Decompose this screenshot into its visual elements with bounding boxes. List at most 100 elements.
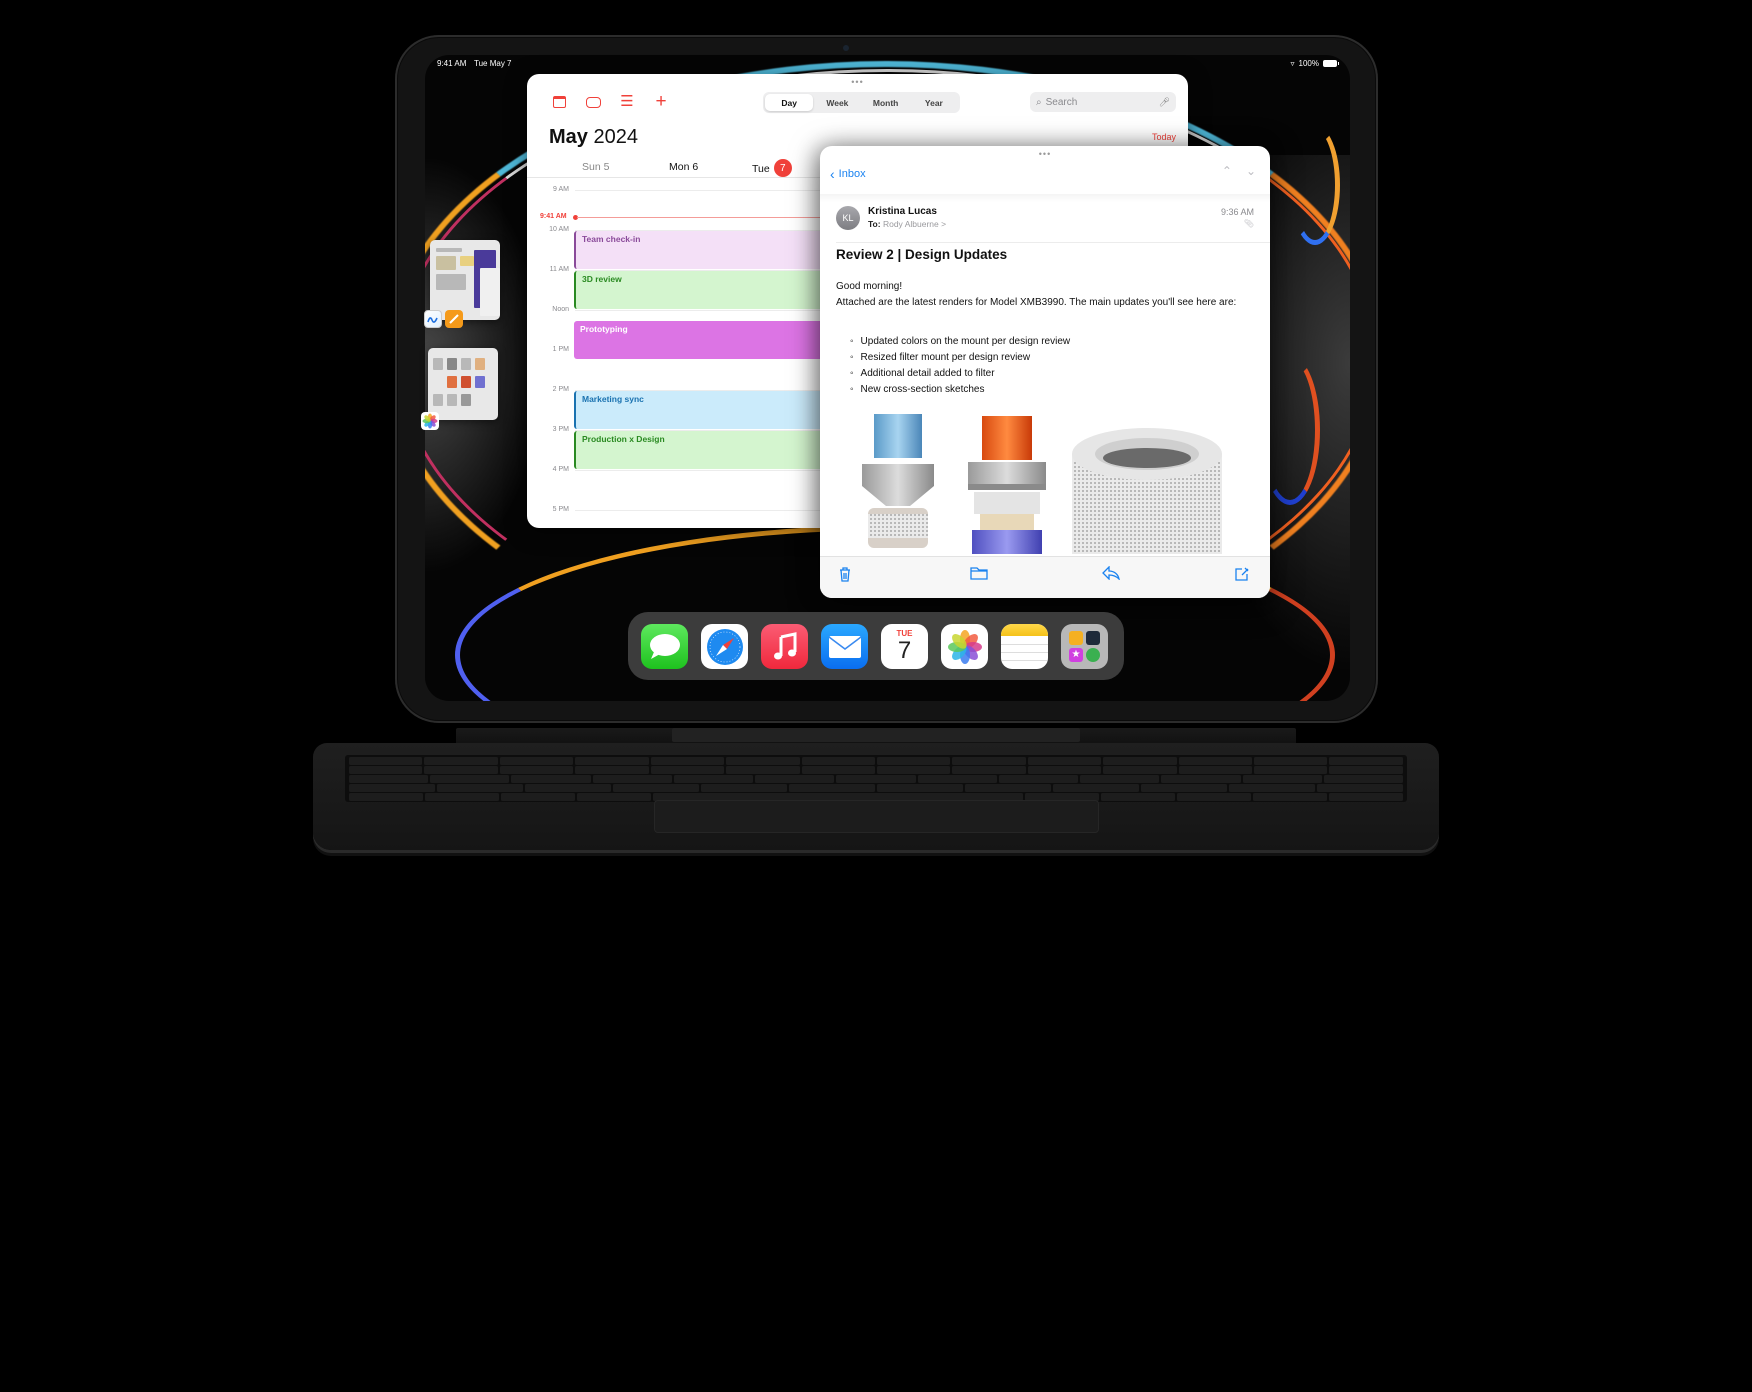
keyboard-key[interactable] bbox=[1080, 775, 1160, 783]
tab-month[interactable]: Month bbox=[862, 94, 910, 111]
keyboard-key[interactable] bbox=[673, 775, 754, 783]
chevron-up-icon[interactable]: ⌃ bbox=[1222, 164, 1232, 178]
keyboard-key[interactable] bbox=[1161, 775, 1241, 783]
keyboard-key[interactable] bbox=[575, 757, 649, 765]
keyboard-key[interactable] bbox=[998, 775, 1079, 783]
keyboard-key[interactable] bbox=[592, 775, 672, 783]
attached-renders-image[interactable] bbox=[850, 414, 1250, 554]
keyboard-key[interactable] bbox=[1053, 784, 1139, 792]
keyboard-key[interactable] bbox=[1103, 766, 1177, 774]
reply-icon[interactable] bbox=[1102, 565, 1121, 583]
folder-icon[interactable] bbox=[970, 566, 988, 583]
keyboard-key[interactable] bbox=[1027, 757, 1102, 765]
keyboard-key[interactable] bbox=[499, 766, 574, 774]
keyboard-key[interactable] bbox=[430, 775, 510, 783]
keyboard-key[interactable] bbox=[1254, 757, 1328, 765]
keyboard-key[interactable] bbox=[1329, 793, 1403, 801]
safari-app-icon[interactable] bbox=[701, 624, 748, 669]
day-header-sun[interactable]: Sun 5 bbox=[582, 161, 609, 173]
keyboard-key[interactable] bbox=[965, 784, 1051, 792]
keyboard-key[interactable] bbox=[836, 775, 916, 783]
keyboard-key[interactable] bbox=[650, 766, 725, 774]
keyboard-key[interactable] bbox=[1254, 766, 1328, 774]
keyboard-key[interactable] bbox=[1103, 757, 1177, 765]
keyboard-key[interactable] bbox=[349, 775, 429, 783]
keyboard-key[interactable] bbox=[726, 757, 800, 765]
keyboard-key[interactable] bbox=[1101, 793, 1175, 801]
keyboard-key[interactable] bbox=[877, 784, 963, 792]
calendar-icon[interactable] bbox=[551, 94, 567, 110]
keyboard-key[interactable] bbox=[1242, 775, 1322, 783]
list-icon[interactable]: ☰ bbox=[619, 94, 635, 110]
keyboard-key[interactable] bbox=[1141, 784, 1227, 792]
keyboard-key[interactable] bbox=[437, 784, 523, 792]
microphone-icon[interactable]: 🎤︎ bbox=[1159, 97, 1170, 108]
freeform-app-icon[interactable] bbox=[424, 310, 442, 328]
trash-icon[interactable] bbox=[838, 566, 852, 585]
keyboard-key[interactable] bbox=[876, 757, 951, 765]
keyboard-key[interactable] bbox=[511, 775, 591, 783]
keyboard-key[interactable] bbox=[525, 784, 611, 792]
keyboard-key[interactable] bbox=[1177, 793, 1251, 801]
chevron-down-icon[interactable]: ⌄ bbox=[1246, 164, 1256, 178]
keyboard-key[interactable] bbox=[424, 766, 498, 774]
keyboard-key[interactable] bbox=[726, 766, 800, 774]
keyboard-key[interactable] bbox=[349, 793, 423, 801]
keyboard-key[interactable] bbox=[801, 766, 875, 774]
keyboard-key[interactable] bbox=[952, 757, 1026, 765]
keyboard-key[interactable] bbox=[1253, 793, 1327, 801]
back-to-inbox-button[interactable]: ‹ Inbox bbox=[830, 167, 866, 181]
messages-app-icon[interactable] bbox=[641, 624, 688, 669]
keyboard-key[interactable] bbox=[577, 793, 651, 801]
sender-name[interactable]: Kristina Lucas bbox=[868, 206, 937, 217]
keyboard-key[interactable] bbox=[575, 766, 649, 774]
keyboard-key[interactable] bbox=[499, 757, 574, 765]
add-icon[interactable]: + bbox=[653, 92, 669, 111]
keyboard-key[interactable] bbox=[425, 793, 499, 801]
keyboard-key[interactable] bbox=[1329, 766, 1403, 774]
keyboard-key[interactable] bbox=[1329, 757, 1403, 765]
mail-app-icon[interactable] bbox=[821, 624, 868, 669]
window-grabber[interactable]: ••• bbox=[851, 78, 863, 87]
keyboard-key[interactable] bbox=[801, 757, 875, 765]
window-grabber[interactable]: ••• bbox=[1039, 150, 1051, 159]
app-switcher-freeform-window[interactable] bbox=[430, 240, 500, 320]
trackpad[interactable] bbox=[654, 800, 1099, 833]
keyboard-key[interactable] bbox=[755, 775, 835, 783]
keyboard-key[interactable] bbox=[650, 757, 725, 765]
keyboard-key[interactable] bbox=[349, 784, 435, 792]
tab-week[interactable]: Week bbox=[813, 94, 861, 111]
keyboard-key[interactable] bbox=[1317, 784, 1403, 792]
keyboard-key[interactable] bbox=[876, 766, 951, 774]
keyboard-key[interactable] bbox=[1178, 766, 1253, 774]
inbox-icon[interactable] bbox=[585, 94, 601, 110]
keyboard-key[interactable] bbox=[501, 793, 575, 801]
notes-app-icon[interactable] bbox=[1001, 624, 1048, 669]
keyboard-key[interactable] bbox=[701, 784, 787, 792]
search-field[interactable]: ⌕ Search 🎤︎ bbox=[1030, 92, 1176, 112]
tab-day[interactable]: Day bbox=[765, 94, 814, 111]
keyboard-key[interactable] bbox=[789, 784, 875, 792]
keyboard-key[interactable] bbox=[1229, 784, 1315, 792]
keyboard-key[interactable] bbox=[1178, 757, 1253, 765]
keyboard-key[interactable] bbox=[349, 757, 423, 765]
today-button[interactable]: Today bbox=[1152, 132, 1176, 142]
keyboard-key[interactable] bbox=[424, 757, 498, 765]
keyboard-key[interactable] bbox=[952, 766, 1026, 774]
photos-app-icon[interactable] bbox=[941, 624, 988, 669]
keyboard-key[interactable] bbox=[1027, 766, 1102, 774]
keyboard-key[interactable] bbox=[917, 775, 997, 783]
keyboard-key[interactable] bbox=[349, 766, 423, 774]
calendar-app-icon[interactable]: TUE 7 bbox=[881, 624, 928, 669]
app-switcher-photos-window[interactable] bbox=[428, 348, 498, 420]
sender-avatar[interactable]: KL bbox=[836, 206, 860, 230]
keyboard-keys[interactable] bbox=[345, 755, 1407, 802]
keyboard-key[interactable] bbox=[1323, 775, 1404, 783]
day-header-mon[interactable]: Mon 6 bbox=[669, 161, 698, 173]
music-app-icon[interactable] bbox=[761, 624, 808, 669]
pages-app-icon[interactable] bbox=[445, 310, 463, 328]
app-folder-icon[interactable]: ★ bbox=[1061, 624, 1108, 669]
day-header-tue[interactable]: Tue 7 bbox=[752, 159, 792, 177]
compose-icon[interactable] bbox=[1234, 566, 1250, 585]
recipient-line[interactable]: To: Rody Albuerne > bbox=[868, 219, 946, 229]
